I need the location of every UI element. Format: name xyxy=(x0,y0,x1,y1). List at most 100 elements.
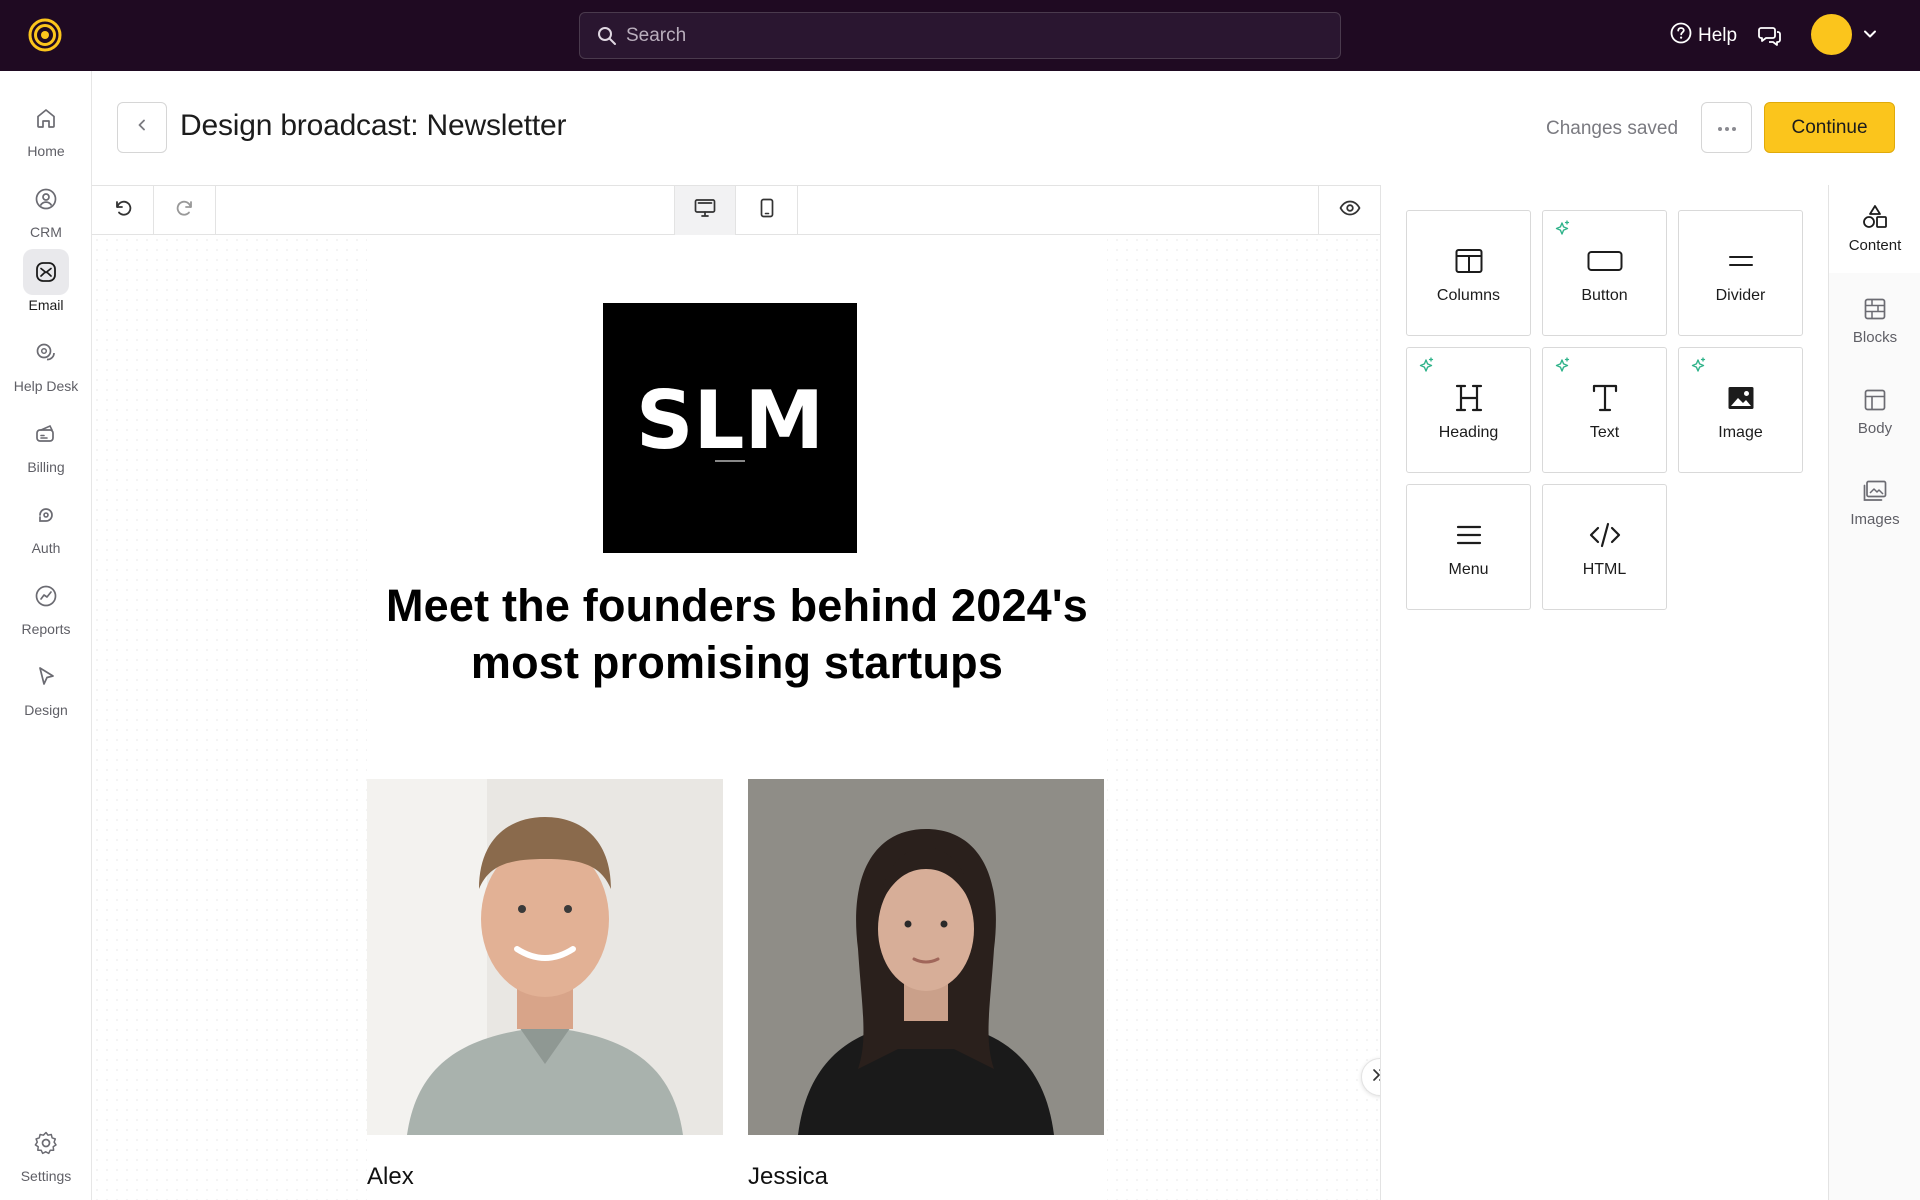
back-button[interactable] xyxy=(117,102,167,153)
menu-icon xyxy=(1407,519,1530,551)
nav-label: Reports xyxy=(21,621,71,637)
gear-icon xyxy=(23,1120,69,1166)
heading-icon xyxy=(1407,382,1530,414)
tile-label: Heading xyxy=(1438,424,1499,441)
nav-item-billing[interactable]: Billing xyxy=(0,411,92,487)
continue-button[interactable]: Continue xyxy=(1764,102,1895,153)
nav-label: Email xyxy=(28,297,64,313)
search-icon xyxy=(597,26,617,46)
more-options-button[interactable] xyxy=(1701,102,1752,153)
code-icon xyxy=(1543,519,1666,551)
image-icon xyxy=(1679,382,1802,414)
sparkle-icon xyxy=(1553,357,1571,375)
nav-item-home[interactable]: Home xyxy=(0,95,92,171)
top-bar: Help xyxy=(0,0,1920,71)
chevron-left-icon xyxy=(135,118,149,137)
tile-text[interactable]: Text xyxy=(1542,347,1667,473)
nav-label: Design xyxy=(24,702,68,718)
tile-label: Button xyxy=(1581,287,1628,304)
tab-label: Content xyxy=(1848,237,1902,254)
tab-body[interactable]: Body xyxy=(1829,368,1920,456)
chat-bubbles-icon[interactable] xyxy=(1758,24,1782,48)
ellipsis-icon xyxy=(1717,119,1737,137)
undo-button[interactable] xyxy=(92,186,154,235)
shapes-icon xyxy=(1829,199,1920,235)
search-bar[interactable] xyxy=(579,12,1341,59)
tile-menu[interactable]: Menu xyxy=(1406,484,1531,610)
mobile-view-button[interactable] xyxy=(736,186,798,235)
email-headline[interactable]: Meet the founders behind 2024's most pro… xyxy=(367,577,1107,691)
nav-label: Billing xyxy=(27,459,65,475)
tab-label: Blocks xyxy=(1852,329,1898,346)
tile-label: Text xyxy=(1589,424,1620,441)
logo-lettering: SLM xyxy=(636,374,824,467)
tab-blocks[interactable]: Blocks xyxy=(1829,277,1920,365)
sparkle-icon xyxy=(1417,357,1435,375)
founder-photo-jessica[interactable] xyxy=(748,779,1104,1135)
sparkle-icon xyxy=(1689,357,1707,375)
tile-divider[interactable]: Divider xyxy=(1678,210,1803,336)
nav-item-help-desk[interactable]: Help Desk xyxy=(0,330,92,406)
text-icon xyxy=(1543,382,1666,414)
blocks-icon xyxy=(1829,291,1920,327)
chat-bubbles-icon xyxy=(23,330,69,376)
help-circle-icon xyxy=(1670,22,1692,50)
tile-heading[interactable]: Heading xyxy=(1406,347,1531,473)
email-canvas: SLM Meet the founders behind 2024's most… xyxy=(92,235,1380,1200)
tab-images[interactable]: Images xyxy=(1829,459,1920,547)
cursor-icon xyxy=(23,654,69,700)
button-icon xyxy=(1543,245,1666,277)
founder-name[interactable]: Alex xyxy=(367,1163,414,1191)
save-status: Changes saved xyxy=(1546,118,1679,139)
user-avatar[interactable] xyxy=(1811,14,1852,55)
tile-label: Divider xyxy=(1715,287,1766,304)
search-input[interactable] xyxy=(626,13,1326,58)
tile-columns[interactable]: Columns xyxy=(1406,210,1531,336)
redo-button[interactable] xyxy=(154,186,216,235)
tile-label: HTML xyxy=(1582,561,1627,578)
founder-photo-alex[interactable] xyxy=(367,779,723,1135)
founder-name[interactable]: Jessica xyxy=(748,1163,828,1191)
images-icon xyxy=(1829,473,1920,509)
nav-item-auth[interactable]: Auth xyxy=(0,492,92,568)
nav-item-design[interactable]: Design xyxy=(0,654,92,730)
help-button[interactable]: Help xyxy=(1670,22,1737,50)
redo-icon xyxy=(175,198,195,223)
reports-icon xyxy=(23,573,69,619)
left-sidebar: Home CRM Email Help Desk Billing Auth Re… xyxy=(0,71,92,1200)
billing-icon xyxy=(23,411,69,457)
nav-item-crm[interactable]: CRM xyxy=(0,176,92,252)
active-tab-pointer xyxy=(1817,204,1828,226)
nav-label: CRM xyxy=(30,224,62,240)
sparkle-icon xyxy=(1553,220,1571,238)
tab-content[interactable]: Content xyxy=(1829,185,1920,273)
nav-item-email[interactable]: Email xyxy=(0,249,92,325)
desktop-view-button[interactable] xyxy=(674,186,736,235)
nav-item-reports[interactable]: Reports xyxy=(0,573,92,649)
content-panel: Columns Button Divider Heading Text Imag… xyxy=(1380,185,1828,1200)
tile-image[interactable]: Image xyxy=(1678,347,1803,473)
home-icon xyxy=(23,95,69,141)
tile-label: Image xyxy=(1718,424,1763,441)
layout-icon xyxy=(1829,382,1920,418)
nav-label: Help Desk xyxy=(13,378,79,394)
eye-icon xyxy=(1339,200,1361,221)
email-body[interactable]: SLM Meet the founders behind 2024's most… xyxy=(367,235,1107,1200)
nav-item-settings[interactable]: Settings xyxy=(0,1120,92,1196)
tab-label: Body xyxy=(1857,420,1893,437)
tile-button[interactable]: Button xyxy=(1542,210,1667,336)
preview-button[interactable] xyxy=(1318,186,1380,235)
nav-label: Home xyxy=(27,143,65,159)
app-logo-icon[interactable] xyxy=(28,18,62,52)
chevron-down-icon[interactable] xyxy=(1862,26,1878,42)
tile-label: Menu xyxy=(1448,561,1489,578)
email-icon xyxy=(23,249,69,295)
columns-icon xyxy=(1407,245,1530,277)
email-logo-image[interactable]: SLM xyxy=(603,303,857,553)
desktop-icon xyxy=(694,198,716,223)
tile-label: Columns xyxy=(1436,287,1501,304)
tile-html[interactable]: HTML xyxy=(1542,484,1667,610)
help-label: Help xyxy=(1698,25,1738,46)
nav-label: Auth xyxy=(31,540,61,556)
user-circle-icon xyxy=(23,176,69,222)
